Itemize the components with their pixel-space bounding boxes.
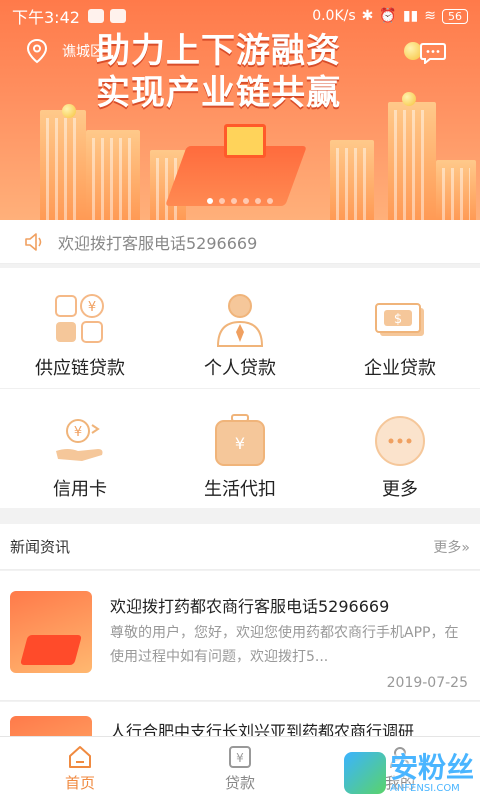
svg-text:¥: ¥: [236, 751, 244, 765]
service-label: 个人贷款: [204, 358, 276, 379]
banner-dot[interactable]: [255, 198, 261, 204]
notice-bar[interactable]: 欢迎拨打客服电话5296669: [0, 220, 480, 264]
watermark-subtext: ANFENSI.COM: [389, 782, 460, 794]
credit-card-icon: ¥: [56, 419, 103, 461]
promo-banner[interactable]: 下午3:42 0.0K/s ✱ ⏰ ▮▮ ≋ 56 谯城区 助力上下游融资 实现…: [0, 0, 480, 220]
supply-chain-loan-icon: ¥: [55, 294, 104, 343]
battery-indicator: 56: [442, 8, 468, 24]
news-date: 2019-07-25: [386, 675, 468, 691]
service-label: 企业贷款: [364, 358, 436, 379]
svg-text:¥: ¥: [88, 300, 96, 315]
location-selector[interactable]: 谯城区: [26, 38, 104, 64]
banner-headline: 助力上下游融资 实现产业链共赢: [96, 30, 341, 114]
service-personal-loan[interactable]: 个人贷款: [160, 268, 320, 388]
service-grid: ¥ 供应链贷款 个人贷款 $ 企业贷款 ¥ 信用卡 ¥ 生活代扣 更多: [0, 268, 480, 508]
tab-loan[interactable]: ¥ 贷款: [160, 737, 320, 800]
banner-dot[interactable]: [219, 198, 225, 204]
gift-box-icon: [224, 124, 266, 158]
tab-label: 贷款: [224, 774, 255, 792]
news-header: 新闻资讯 更多»: [0, 524, 480, 570]
watermark: 安粉丝 ANFENSI.COM: [343, 750, 474, 794]
tab-label: 首页: [64, 774, 95, 792]
location-pin-icon: [26, 38, 48, 64]
status-bar: 下午3:42 0.0K/s ✱ ⏰ ▮▮ ≋ 56: [0, 0, 480, 32]
wifi-icon: ≋: [424, 8, 436, 24]
news-section-title: 新闻资讯: [10, 538, 71, 556]
notification-icons: [87, 9, 126, 23]
service-life-payment[interactable]: ¥ 生活代扣: [160, 389, 320, 508]
status-right: 0.0K/s ✱ ⏰ ▮▮ ≋ 56: [312, 8, 468, 24]
service-label: 供应链贷款: [35, 358, 125, 379]
news-description: 尊敬的用户，您好，欢迎您使用药都农商行手机APP，在使用过程中如有问题，欢迎拨打…: [110, 625, 459, 665]
speaker-icon: [25, 232, 42, 251]
watermark-text: 安粉丝: [389, 750, 474, 784]
watermark-logo-icon: [343, 752, 386, 794]
svg-text:¥: ¥: [74, 425, 82, 440]
headline-line-1: 助力上下游融资: [96, 31, 341, 71]
news-more-link[interactable]: 更多»: [433, 537, 470, 557]
banner-building: [86, 130, 140, 220]
service-row: ¥ 供应链贷款 个人贷款 $ 企业贷款: [0, 268, 480, 388]
service-supply-chain-loan[interactable]: ¥ 供应链贷款: [0, 268, 160, 388]
tab-home[interactable]: 首页: [0, 737, 160, 800]
news-item[interactable]: 欢迎拨打药都农商行客服电话5296669 尊敬的用户，您好，欢迎您使用药都农商行…: [0, 571, 480, 701]
banner-building: [330, 140, 374, 220]
bluetooth-icon: ✱: [361, 8, 374, 24]
service-label: 信用卡: [53, 479, 107, 500]
network-speed: 0.0K/s: [312, 8, 356, 24]
message-icon[interactable]: [420, 42, 446, 64]
service-enterprise-loan[interactable]: $ 企业贷款: [320, 268, 480, 388]
app-screen: 下午3:42 0.0K/s ✱ ⏰ ▮▮ ≋ 56 谯城区 助力上下游融资 实现…: [0, 0, 480, 800]
enterprise-loan-icon: $: [375, 303, 424, 336]
banner-dot[interactable]: [267, 198, 273, 204]
service-credit-card[interactable]: ¥ 信用卡: [0, 389, 160, 508]
home-icon: [69, 746, 91, 768]
more-icon: [375, 416, 425, 466]
banner-dot[interactable]: [231, 198, 237, 204]
alarm-icon: ⏰: [379, 8, 397, 24]
status-time: 下午3:42: [12, 8, 80, 27]
personal-loan-icon: [216, 294, 264, 347]
watermark-text-group: 安粉丝 ANFENSI.COM: [389, 750, 474, 794]
news-thumbnail: [10, 591, 92, 673]
coin-icon: [402, 92, 416, 106]
service-more[interactable]: 更多: [320, 389, 480, 508]
service-row: ¥ 信用卡 ¥ 生活代扣 更多: [0, 388, 480, 508]
wechat-icon: [109, 9, 126, 23]
banner-building: [436, 160, 476, 220]
headline-line-2: 实现产业链共赢: [96, 73, 341, 113]
life-payment-icon: ¥: [215, 414, 265, 466]
coin-icon: [62, 104, 76, 118]
banner-dot[interactable]: [243, 198, 249, 204]
banner-dot[interactable]: [207, 198, 213, 204]
notice-text: 欢迎拨打客服电话5296669: [58, 233, 258, 253]
svg-text:¥: ¥: [235, 434, 245, 453]
loan-icon: ¥: [229, 746, 251, 768]
svg-text:$: $: [394, 312, 402, 327]
news-title: 欢迎拨打药都农商行客服电话5296669: [110, 597, 390, 616]
service-label: 生活代扣: [204, 479, 276, 500]
signal-icon: ▮▮: [402, 8, 419, 24]
app-notification-icon: [87, 9, 104, 23]
banner-pagination: [0, 198, 480, 204]
service-label: 更多: [382, 479, 418, 500]
